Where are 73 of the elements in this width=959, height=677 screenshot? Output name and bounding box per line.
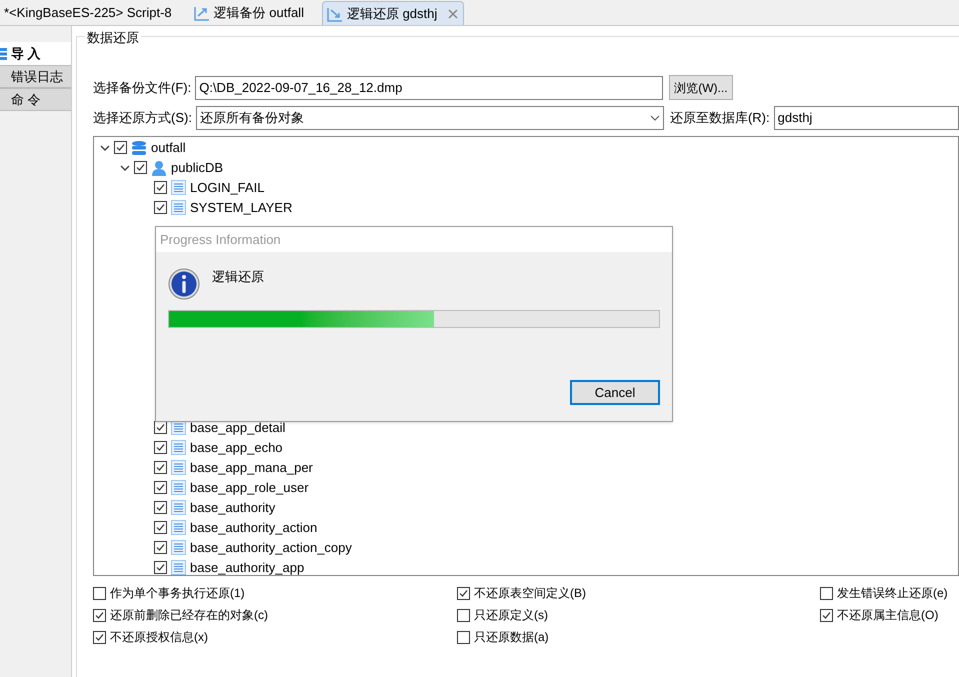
database-icon [0,46,8,60]
checkbox[interactable] [93,608,106,622]
dialog-title: Progress Information [160,230,281,249]
checkbox[interactable] [457,630,470,644]
checkbox[interactable] [154,181,167,194]
download-arrow-icon [326,6,343,22]
option-label: 不还原授权信息(x) [110,629,208,646]
tree-item-label[interactable]: base_authority_action [190,518,318,538]
sidebar-item[interactable]: 错误日志 [0,65,71,88]
checkbox[interactable] [114,141,127,154]
table-icon [171,500,186,515]
cancel-button[interactable]: Cancel [570,380,660,405]
checkbox[interactable] [457,608,470,622]
close-icon[interactable] [447,8,460,20]
tree-item-label[interactable]: base_authority_app [190,558,304,574]
option-label: 不还原属主信息(O) [837,607,938,624]
browse-button[interactable]: 浏览(W)... [669,75,733,100]
checkbox[interactable] [93,586,106,600]
checkbox[interactable] [154,441,167,454]
checkbox[interactable] [154,561,167,574]
table-icon [171,520,186,535]
option-label: 只还原定义(s) [474,607,548,624]
chevron-icon[interactable] [120,162,130,172]
tree-item-label[interactable]: base_app_mana_per [190,458,313,478]
tree-item-label[interactable]: base_app_detail [190,418,286,438]
checkbox[interactable] [820,586,833,600]
option-label: 还原前删除已经存在的对象(c) [110,607,268,624]
dropdown[interactable]: 还原所有备份对象 [196,106,664,130]
table-icon [171,480,186,495]
tree-item-label[interactable]: base_app_role_user [190,478,309,498]
checkbox[interactable] [154,421,167,434]
chevron-icon[interactable] [100,142,110,152]
table-icon [171,440,186,455]
input-field[interactable]: gdsthj [774,106,959,130]
table-icon [171,460,186,475]
progress-message: 逻辑还原 [212,268,264,286]
input-field[interactable]: Q:\DB_2022-09-07_16_28_12.dmp [195,76,664,100]
table-icon [171,560,186,574]
user-icon [151,160,167,176]
upload-arrow-icon [194,5,210,21]
field-label: 选择备份文件(F): [93,78,192,97]
chevron-icon [650,114,660,122]
option-label: 发生错误终止还原(e) [837,585,948,602]
option-label: 不还原表空间定义(B) [474,585,586,602]
checkbox[interactable] [154,201,167,214]
tree-item-label[interactable]: base_authority [190,498,276,518]
info-icon [168,268,200,300]
checkbox[interactable] [154,481,167,494]
checkbox[interactable] [154,521,167,534]
editor-tab[interactable]: 逻辑还原 gdsthj [322,1,464,25]
option-label: 只还原数据(a) [474,629,549,646]
table-icon [171,540,186,555]
table-icon [171,200,186,215]
checkbox[interactable] [457,586,470,600]
sidebar-item[interactable]: 导 入 [0,42,71,65]
tree-item-label[interactable]: SYSTEM_LAYER [190,198,292,218]
tree-item-label[interactable]: base_authority_action_copy [190,538,352,558]
checkbox[interactable] [820,608,833,622]
checkbox[interactable] [154,501,167,514]
table-icon [171,180,186,195]
tree-item-label[interactable]: outfall [151,138,186,158]
checkbox[interactable] [134,161,147,174]
checkbox[interactable] [154,461,167,474]
option-label: 作为单个事务执行还原(1) [110,585,245,602]
checkbox[interactable] [154,541,167,554]
checkbox[interactable] [93,630,106,644]
sidebar-item[interactable]: 命 令 [0,88,71,111]
field-label: 选择还原方式(S): [93,108,192,127]
tree-item-label[interactable]: base_app_echo [190,438,283,458]
tree-item-label[interactable]: LOGIN_FAIL [190,178,264,198]
tree-item-label[interactable]: publicDB [171,158,224,178]
database-icon [131,140,147,156]
field-label: 还原至数据库(R): [670,108,770,127]
